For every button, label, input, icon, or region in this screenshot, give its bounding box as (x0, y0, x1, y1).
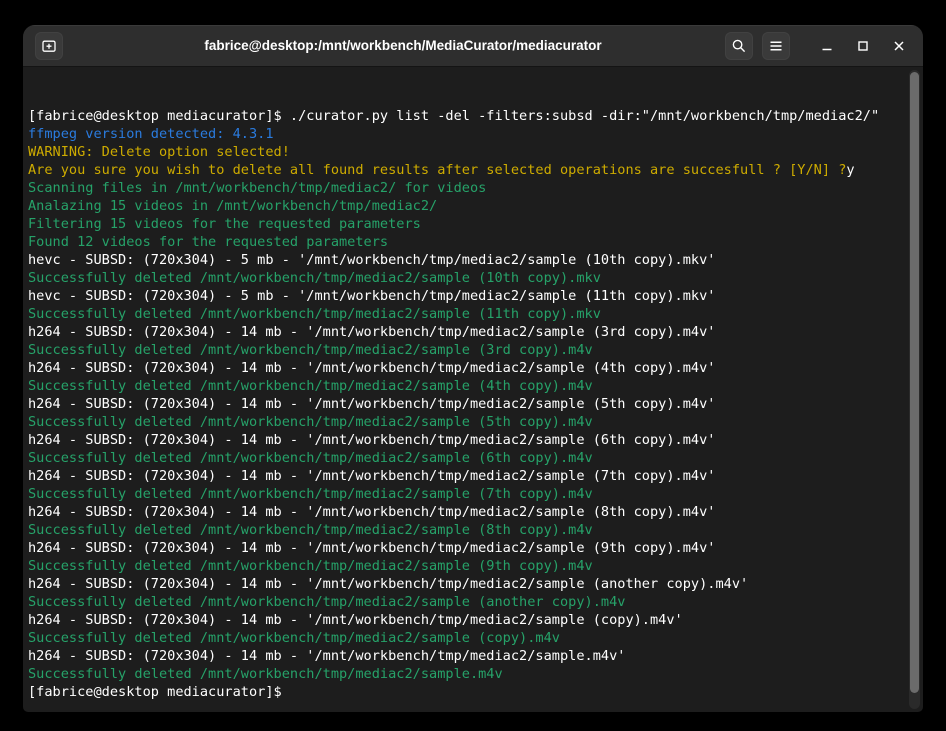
hamburger-menu-icon (768, 38, 784, 54)
terminal-text-segment: WARNING: Delete option selected! (28, 144, 290, 160)
terminal-text-segment: Successfully deleted /mnt/workbench/tmp/… (28, 342, 593, 358)
close-icon (891, 38, 907, 54)
terminal-line: Successfully deleted /mnt/workbench/tmp/… (28, 485, 903, 503)
maximize-icon (855, 38, 871, 54)
terminal-line: h264 - SUBSD: (720x304) - 14 mb - '/mnt/… (28, 431, 903, 449)
terminal-line: Analazing 15 videos in /mnt/workbench/tm… (28, 197, 903, 215)
terminal-text-segment: Found 12 videos for the requested parame… (28, 234, 388, 250)
terminal-text-segment: Successfully deleted /mnt/workbench/tmp/… (28, 306, 601, 322)
terminal-text-segment: Filtering 15 videos for the requested pa… (28, 216, 421, 232)
maximize-button[interactable] (851, 32, 875, 60)
terminal-text-segment: h264 - SUBSD: (720x304) - 14 mb - '/mnt/… (28, 468, 715, 484)
new-tab-icon (41, 38, 57, 54)
terminal-line: Successfully deleted /mnt/workbench/tmp/… (28, 413, 903, 431)
terminal-line: h264 - SUBSD: (720x304) - 14 mb - '/mnt/… (28, 395, 903, 413)
headerbar[interactable]: fabrice@desktop:/mnt/workbench/MediaCura… (23, 25, 923, 67)
terminal-text-segment: Successfully deleted /mnt/workbench/tmp/… (28, 558, 593, 574)
terminal-line: Successfully deleted /mnt/workbench/tmp/… (28, 593, 903, 611)
minimize-button[interactable] (815, 32, 839, 60)
search-button[interactable] (725, 32, 753, 60)
terminal-text-segment: h264 - SUBSD: (720x304) - 14 mb - '/mnt/… (28, 540, 715, 556)
terminal-text-segment: hevc - SUBSD: (720x304) - 5 mb - '/mnt/w… (28, 288, 715, 304)
terminal-line: ffmpeg version detected: 4.3.1 (28, 125, 903, 143)
terminal-text-segment: Successfully deleted /mnt/workbench/tmp/… (28, 594, 625, 610)
scrollbar[interactable] (909, 70, 920, 709)
minimize-icon (819, 38, 835, 54)
terminal-text-segment: Successfully deleted /mnt/workbench/tmp/… (28, 414, 593, 430)
close-button[interactable] (887, 32, 911, 60)
terminal-text-segment: Successfully deleted /mnt/workbench/tmp/… (28, 270, 601, 286)
terminal-text-segment: hevc - SUBSD: (720x304) - 5 mb - '/mnt/w… (28, 252, 715, 268)
terminal-line: h264 - SUBSD: (720x304) - 14 mb - '/mnt/… (28, 323, 903, 341)
terminal-line: Successfully deleted /mnt/workbench/tmp/… (28, 449, 903, 467)
terminal-text-segment: h264 - SUBSD: (720x304) - 14 mb - '/mnt/… (28, 396, 715, 412)
terminal-line: Found 12 videos for the requested parame… (28, 233, 903, 251)
terminal-line: h264 - SUBSD: (720x304) - 14 mb - '/mnt/… (28, 359, 903, 377)
terminal-text-segment: Successfully deleted /mnt/workbench/tmp/… (28, 630, 560, 646)
terminal-text-segment: y (846, 162, 854, 178)
terminal-line: Filtering 15 videos for the requested pa… (28, 215, 903, 233)
menu-button[interactable] (762, 32, 790, 60)
terminal-line: h264 - SUBSD: (720x304) - 14 mb - '/mnt/… (28, 647, 903, 665)
terminal-line: Successfully deleted /mnt/workbench/tmp/… (28, 665, 903, 683)
terminal-text-segment: h264 - SUBSD: (720x304) - 14 mb - '/mnt/… (28, 360, 715, 376)
terminal-line: Successfully deleted /mnt/workbench/tmp/… (28, 629, 903, 647)
terminal-viewport[interactable]: [fabrice@desktop mediacurator]$ ./curato… (23, 67, 923, 712)
terminal-line: [fabrice@desktop mediacurator]$ ./curato… (28, 107, 903, 125)
terminal-line: Successfully deleted /mnt/workbench/tmp/… (28, 305, 903, 323)
terminal-text-segment: Analazing 15 videos in /mnt/workbench/tm… (28, 198, 437, 214)
terminal-line: hevc - SUBSD: (720x304) - 5 mb - '/mnt/w… (28, 287, 903, 305)
terminal-line: Successfully deleted /mnt/workbench/tmp/… (28, 521, 903, 539)
terminal-line: hevc - SUBSD: (720x304) - 5 mb - '/mnt/w… (28, 251, 903, 269)
terminal-text-segment: Successfully deleted /mnt/workbench/tmp/… (28, 522, 593, 538)
terminal-text-segment: Successfully deleted /mnt/workbench/tmp/… (28, 666, 503, 682)
window-title: fabrice@desktop:/mnt/workbench/MediaCura… (83, 25, 723, 67)
terminal-line: h264 - SUBSD: (720x304) - 14 mb - '/mnt/… (28, 575, 903, 593)
terminal-text-segment: h264 - SUBSD: (720x304) - 14 mb - '/mnt/… (28, 324, 715, 340)
terminal-output: [fabrice@desktop mediacurator]$ ./curato… (28, 107, 903, 701)
terminal-line: h264 - SUBSD: (720x304) - 14 mb - '/mnt/… (28, 611, 903, 629)
terminal-text-segment: Successfully deleted /mnt/workbench/tmp/… (28, 450, 593, 466)
terminal-text-segment: h264 - SUBSD: (720x304) - 14 mb - '/mnt/… (28, 576, 748, 592)
terminal-line: Are you sure you wish to delete all foun… (28, 161, 903, 179)
terminal-text-segment: [fabrice@desktop mediacurator]$ ./curato… (28, 108, 879, 124)
new-tab-button[interactable] (35, 32, 63, 60)
search-icon (731, 38, 747, 54)
terminal-text-segment: h264 - SUBSD: (720x304) - 14 mb - '/mnt/… (28, 504, 715, 520)
terminal-line: Successfully deleted /mnt/workbench/tmp/… (28, 269, 903, 287)
terminal-line: Scanning files in /mnt/workbench/tmp/med… (28, 179, 903, 197)
terminal-line: Successfully deleted /mnt/workbench/tmp/… (28, 557, 903, 575)
terminal-text-segment: h264 - SUBSD: (720x304) - 14 mb - '/mnt/… (28, 612, 683, 628)
terminal-text-segment: Successfully deleted /mnt/workbench/tmp/… (28, 486, 593, 502)
terminal-line: h264 - SUBSD: (720x304) - 14 mb - '/mnt/… (28, 539, 903, 557)
terminal-text-segment: h264 - SUBSD: (720x304) - 14 mb - '/mnt/… (28, 432, 715, 448)
terminal-text-segment: Scanning files in /mnt/workbench/tmp/med… (28, 180, 486, 196)
terminal-window: fabrice@desktop:/mnt/workbench/MediaCura… (23, 25, 923, 712)
terminal-line: Successfully deleted /mnt/workbench/tmp/… (28, 377, 903, 395)
terminal-line: Successfully deleted /mnt/workbench/tmp/… (28, 341, 903, 359)
terminal-line: h264 - SUBSD: (720x304) - 14 mb - '/mnt/… (28, 467, 903, 485)
terminal-text-segment: Successfully deleted /mnt/workbench/tmp/… (28, 378, 593, 394)
terminal-text-segment: ffmpeg version detected: 4.3.1 (28, 126, 274, 142)
terminal-line: [fabrice@desktop mediacurator]$ (28, 683, 903, 701)
terminal-line: WARNING: Delete option selected! (28, 143, 903, 161)
terminal-text-segment: h264 - SUBSD: (720x304) - 14 mb - '/mnt/… (28, 648, 625, 664)
scrollbar-thumb[interactable] (910, 72, 919, 693)
terminal-text-segment: Are you sure you wish to delete all foun… (28, 162, 846, 178)
terminal-line: h264 - SUBSD: (720x304) - 14 mb - '/mnt/… (28, 503, 903, 521)
terminal-text-segment: [fabrice@desktop mediacurator]$ (28, 684, 282, 700)
